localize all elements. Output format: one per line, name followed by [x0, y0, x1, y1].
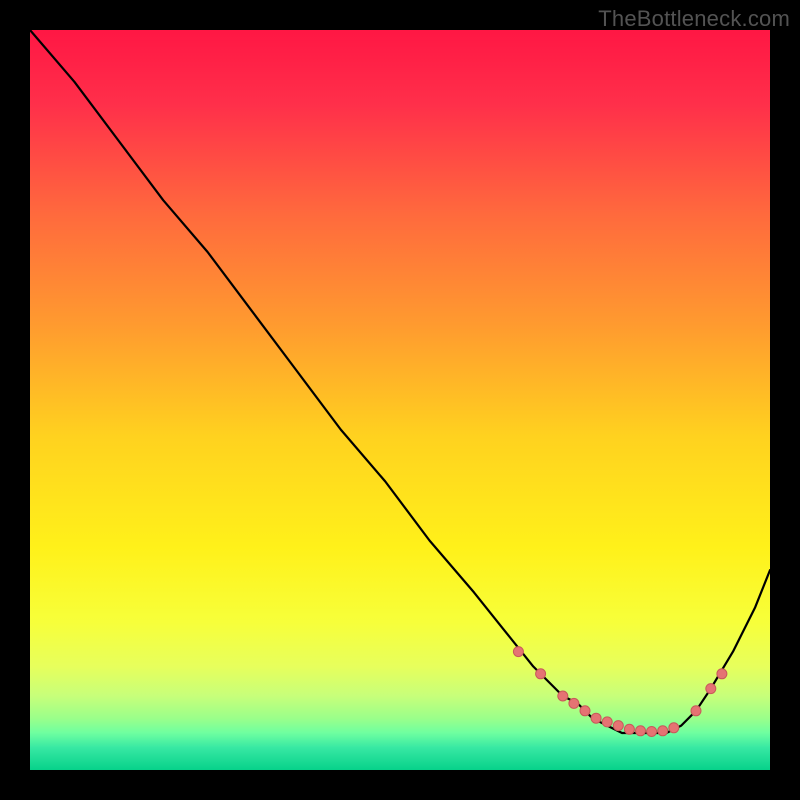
- curve-marker: [536, 669, 546, 679]
- curve-marker: [624, 724, 634, 734]
- curve-marker: [706, 684, 716, 694]
- curve-marker: [569, 698, 579, 708]
- curve-marker: [691, 706, 701, 716]
- plot-background: [30, 30, 770, 770]
- curve-marker: [513, 647, 523, 657]
- curve-marker: [613, 721, 623, 731]
- curve-marker: [580, 706, 590, 716]
- chart-stage: TheBottleneck.com: [0, 0, 800, 800]
- curve-marker: [717, 669, 727, 679]
- curve-marker: [647, 727, 657, 737]
- curve-marker: [591, 713, 601, 723]
- watermark-text: TheBottleneck.com: [598, 6, 790, 32]
- bottleneck-chart: [30, 30, 770, 770]
- curve-marker: [602, 717, 612, 727]
- curve-marker: [658, 726, 668, 736]
- curve-marker: [558, 691, 568, 701]
- curve-marker: [636, 726, 646, 736]
- curve-marker: [669, 723, 679, 733]
